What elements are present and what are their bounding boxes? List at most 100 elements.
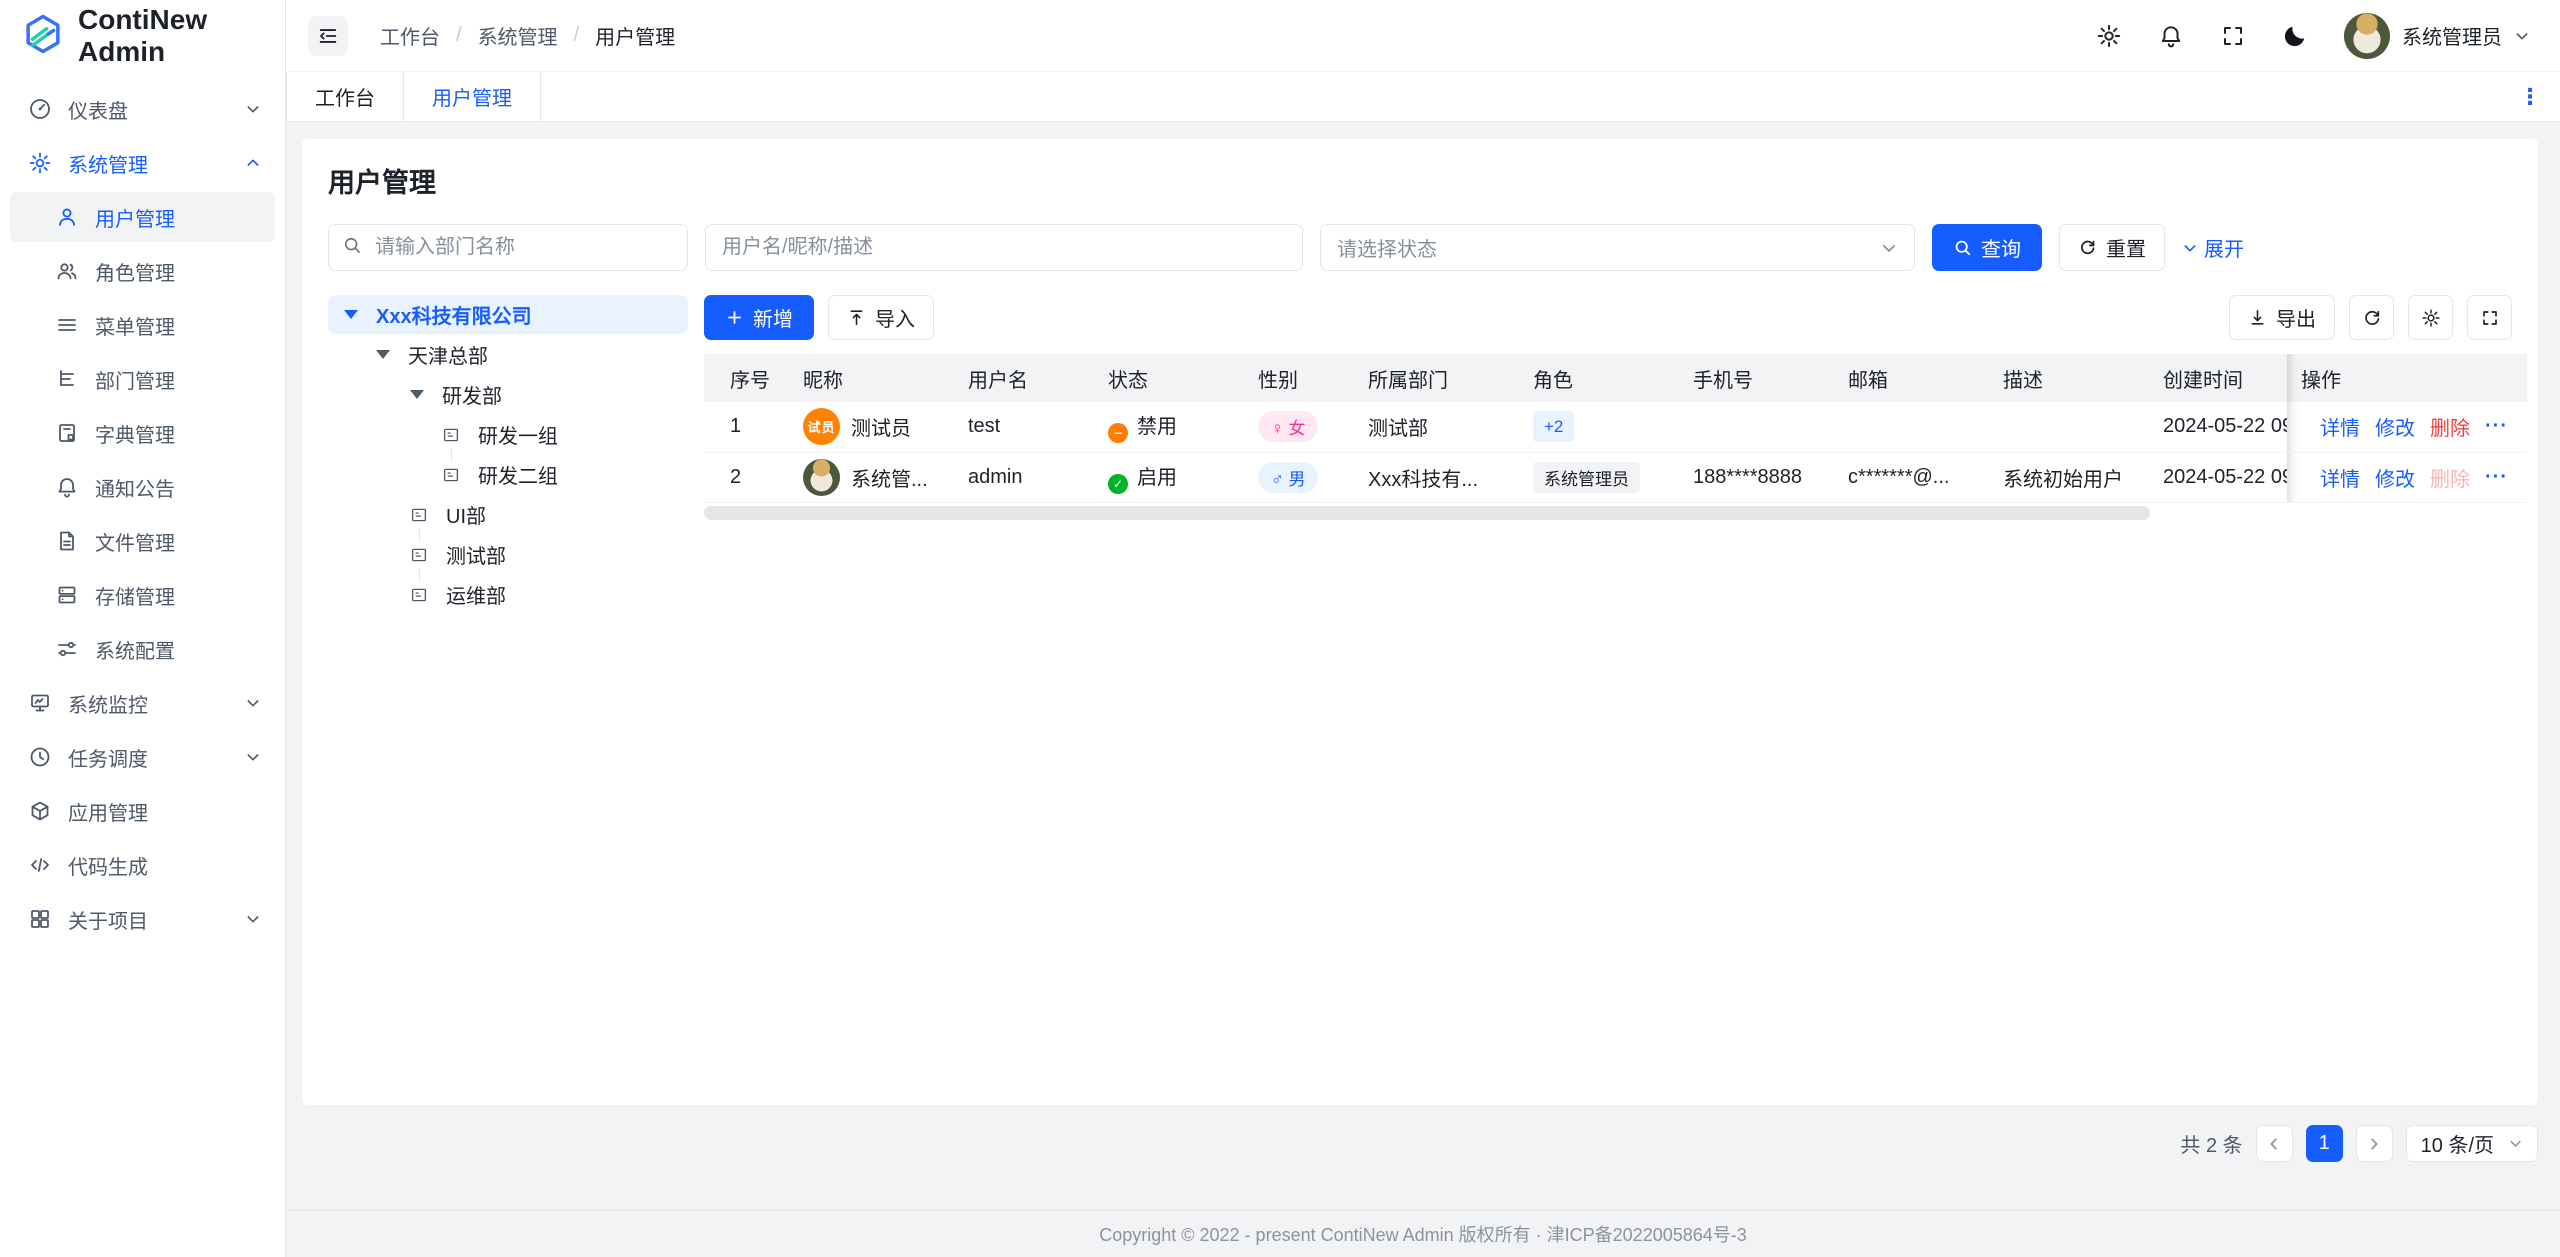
tree-node-ui-dept[interactable]: UI部 — [328, 495, 688, 534]
scrollbar-thumb[interactable] — [704, 505, 2151, 520]
user-menu[interactable]: 系统管理员 — [2344, 12, 2530, 59]
page-size-select[interactable]: 10 条/页 — [2405, 1125, 2538, 1162]
grid-icon — [28, 907, 52, 931]
expand-filters-link[interactable]: 展开 — [2182, 233, 2244, 262]
refresh-table-button[interactable] — [2349, 295, 2394, 340]
page-title: 用户管理 — [328, 168, 436, 198]
reset-button[interactable]: 重置 — [2059, 224, 2165, 271]
chevron-down-icon — [1882, 244, 1896, 252]
storage-icon — [55, 583, 79, 607]
caret-down-icon[interactable] — [344, 310, 358, 319]
cell-username: admin — [954, 452, 1094, 503]
sidebar-item-label: 用户管理 — [95, 208, 175, 231]
horizontal-scrollbar[interactable] — [704, 505, 2512, 520]
sidebar-item-app-management[interactable]: 应用管理 — [10, 786, 275, 836]
edit-link[interactable]: 修改 — [2375, 463, 2415, 492]
role-count-badge[interactable]: +2 — [1533, 411, 1575, 443]
import-button[interactable]: 导入 — [828, 295, 934, 340]
bell-icon — [55, 475, 79, 499]
sidebar-item-notice[interactable]: 通知公告 — [10, 462, 275, 512]
chevron-down-icon — [247, 700, 259, 707]
refresh-icon — [2081, 240, 2095, 255]
tab-actions-icon[interactable]: ⋮ — [2518, 86, 2542, 108]
gear-icon — [2421, 308, 2440, 327]
sidebar-item-system-monitor[interactable]: 系统监控 — [10, 678, 275, 728]
tree-node-rd-dept[interactable]: 研发部 — [328, 375, 688, 414]
sidebar-item-dept-management[interactable]: 部门管理 — [10, 354, 275, 404]
upload-icon — [850, 310, 863, 326]
status-enabled-icon — [1108, 473, 1128, 494]
sidebar-item-dict-management[interactable]: 字典管理 — [10, 408, 275, 458]
sidebar-item-label: 关于项目 — [68, 910, 148, 933]
cell-status: 启用 — [1094, 452, 1244, 503]
sidebar-item-task-scheduler[interactable]: 任务调度 — [10, 732, 275, 782]
delete-link[interactable]: 删除 — [2430, 412, 2470, 441]
sliders-icon — [55, 637, 79, 661]
sidebar-item-role-management[interactable]: 角色管理 — [10, 246, 275, 296]
cell-username: test — [954, 402, 1094, 453]
role-badge: 系统管理员 — [1533, 461, 1640, 493]
tab-user-management[interactable]: 用户管理 — [404, 72, 541, 121]
sidebar-item-code-generator[interactable]: 代码生成 — [10, 840, 275, 890]
column-header: 创建时间 — [2149, 354, 2287, 402]
notification-bell-icon[interactable] — [2158, 23, 2184, 49]
caret-down-icon[interactable] — [376, 350, 390, 359]
app-logo[interactable]: ContiNew Admin — [0, 0, 285, 72]
sidebar-item-menu-management[interactable]: 菜单管理 — [10, 300, 275, 350]
sidebar-item-dashboard[interactable]: 仪表盘 — [10, 84, 275, 134]
chevron-up-icon — [247, 159, 259, 166]
cell-phone: 188****8888 — [1679, 452, 1834, 503]
logo-icon — [22, 13, 64, 60]
cell-gender: ♀ 女 — [1244, 402, 1354, 453]
settings-gear-icon[interactable] — [2096, 23, 2122, 49]
page-number-button[interactable]: 1 — [2305, 1125, 2343, 1162]
keyword-input[interactable] — [705, 224, 1303, 271]
breadcrumb-item-current: 用户管理 — [595, 27, 676, 49]
status-disabled-icon — [1108, 423, 1128, 444]
dark-mode-moon-icon[interactable] — [2282, 23, 2308, 49]
sidebar-item-user-management[interactable]: 用户管理 — [10, 192, 275, 242]
more-actions-icon[interactable]: ··· — [2485, 415, 2508, 438]
clock-icon — [28, 745, 52, 769]
tab-bar: 工作台 用户管理 ⋮ — [286, 72, 2560, 122]
breadcrumb-separator: / — [456, 24, 462, 46]
sidebar-item-about-project[interactable]: 关于项目 — [10, 894, 275, 944]
tree-node-test-dept[interactable]: 测试部 — [328, 528, 688, 574]
tree-node-ops-dept[interactable]: 运维部 — [328, 568, 688, 614]
top-header: 工作台 / 系统管理 / 用户管理 系统管理员 — [286, 0, 2560, 72]
sidebar-item-file-management[interactable]: 文件管理 — [10, 516, 275, 566]
table-fullscreen-button[interactable] — [2467, 295, 2512, 340]
tree-node-company[interactable]: Xxx科技有限公司 — [328, 295, 688, 334]
next-page-button[interactable] — [2355, 1125, 2393, 1162]
dept-search-input[interactable] — [328, 224, 688, 271]
caret-down-icon[interactable] — [410, 390, 424, 399]
sidebar-item-system-config[interactable]: 系统配置 — [10, 624, 275, 674]
tree-node-hq[interactable]: 天津总部 — [328, 335, 688, 374]
sidebar: ContiNew Admin 仪表盘 系统管理 用户管理 角色管理 菜单管理 部… — [0, 0, 286, 1257]
edit-link[interactable]: 修改 — [2375, 412, 2415, 441]
dept-leaf-icon — [442, 466, 460, 484]
export-button[interactable]: 导出 — [2229, 295, 2335, 340]
detail-link[interactable]: 详情 — [2320, 463, 2360, 492]
prev-page-button[interactable] — [2255, 1125, 2293, 1162]
status-select[interactable]: 请选择状态 — [1320, 224, 1915, 271]
table-row: 1 试员 测试员 test 禁用 ♀ 女 — [704, 402, 2527, 453]
tree-node-rd-group1[interactable]: 研发一组 — [328, 415, 688, 454]
fullscreen-icon[interactable] — [2220, 23, 2246, 49]
breadcrumb-item[interactable]: 系统管理 — [478, 21, 558, 50]
detail-link[interactable]: 详情 — [2320, 412, 2360, 441]
sidebar-item-label: 角色管理 — [95, 262, 175, 285]
add-button[interactable]: 新增 — [704, 295, 814, 340]
sidebar-item-system-management[interactable]: 系统管理 — [10, 138, 275, 188]
search-button[interactable]: 查询 — [1932, 224, 2042, 271]
total-count-label: 共 2 条 — [2180, 1135, 2243, 1157]
column-settings-button[interactable] — [2408, 295, 2453, 340]
sidebar-item-label: 通知公告 — [95, 478, 175, 501]
breadcrumb-item[interactable]: 工作台 — [380, 21, 440, 50]
tab-workbench[interactable]: 工作台 — [286, 72, 404, 121]
tree-node-rd-group2[interactable]: 研发二组 — [328, 448, 688, 494]
sidebar-collapse-button[interactable] — [308, 15, 348, 56]
more-actions-icon[interactable]: ··· — [2485, 466, 2508, 489]
sidebar-item-label: 字典管理 — [95, 424, 175, 447]
sidebar-item-storage-management[interactable]: 存储管理 — [10, 570, 275, 620]
